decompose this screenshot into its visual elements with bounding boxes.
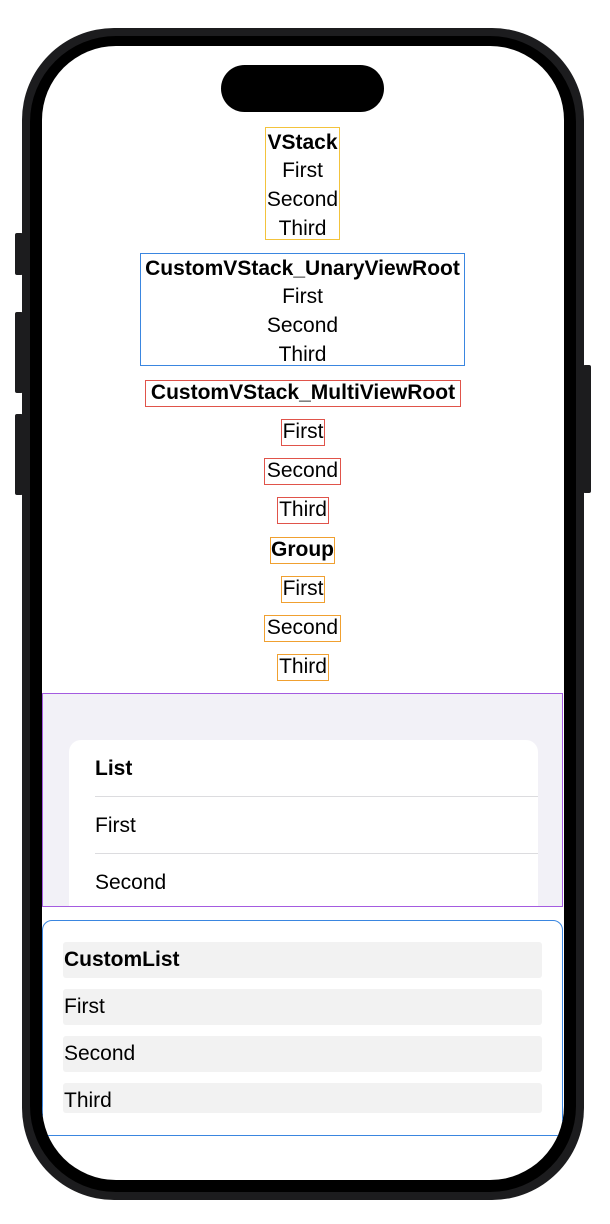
device-screen: VStack First Second Third CustomVStack_U… (42, 46, 564, 1180)
unary-vstack-container: CustomVStack_UnaryViewRoot First Second … (140, 253, 465, 366)
multi-vstack-item-second: Second (264, 458, 341, 485)
power-button (583, 365, 591, 493)
group-item-second: Second (264, 615, 341, 642)
custom-list-row-first[interactable]: First (63, 989, 542, 1025)
vstack-container: VStack First Second Third (265, 127, 340, 240)
list-row-first[interactable]: First (95, 797, 538, 854)
custom-list-row-third[interactable]: Third (63, 1083, 542, 1113)
custom-list-row-second[interactable]: Second (63, 1036, 542, 1072)
list-header-row: List (95, 757, 133, 780)
group-title: Group (270, 537, 335, 564)
list-container[interactable]: List First Second (42, 693, 563, 907)
unary-vstack-title: CustomVStack_UnaryViewRoot (145, 257, 460, 280)
custom-list-header-row: CustomList (63, 942, 542, 978)
unary-vstack-item-third: Third (278, 343, 327, 366)
multi-vstack-item-third: Third (277, 497, 329, 524)
unary-vstack-item-second: Second (266, 314, 339, 337)
group-item-third: Third (277, 654, 329, 681)
vstack-item-third: Third (278, 217, 327, 240)
vstack-title: VStack (267, 131, 338, 154)
vstack-item-second: Second (266, 188, 339, 211)
vstack-item-first: First (282, 159, 323, 182)
multi-vstack-item-first: First (281, 419, 325, 446)
unary-vstack-item-first: First (282, 285, 323, 308)
list-row-second[interactable]: Second (95, 854, 538, 906)
list-card: List First Second (69, 740, 538, 906)
group-item-first: First (281, 576, 325, 603)
dynamic-island (221, 65, 384, 112)
custom-list-container[interactable]: CustomList First Second Third (42, 920, 563, 1136)
multi-vstack-title: CustomVStack_MultiViewRoot (145, 380, 461, 407)
